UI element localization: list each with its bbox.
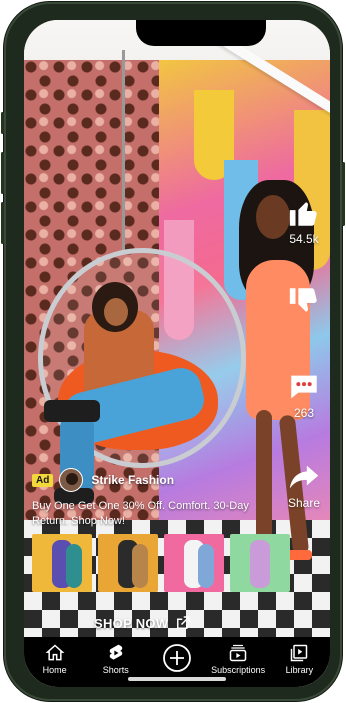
share-button[interactable]: Share bbox=[282, 460, 326, 510]
nav-home[interactable]: Home bbox=[26, 643, 84, 675]
ad-badge: Ad bbox=[32, 473, 54, 487]
home-indicator bbox=[128, 677, 226, 681]
volume-down-button bbox=[1, 202, 4, 244]
nav-shorts-label: Shorts bbox=[102, 665, 129, 675]
nav-subscriptions[interactable]: Subscriptions bbox=[209, 643, 267, 675]
external-link-icon bbox=[177, 616, 191, 629]
product-thumbnail[interactable] bbox=[32, 534, 92, 592]
shorts-icon bbox=[109, 644, 123, 660]
like-count: 54.5k bbox=[289, 232, 319, 246]
product-thumbnail[interactable] bbox=[164, 534, 224, 592]
like-button[interactable]: 54.5k bbox=[282, 196, 326, 246]
create-icon bbox=[163, 644, 191, 672]
thumbs-down-icon bbox=[289, 288, 317, 312]
thumbs-up-icon bbox=[289, 202, 317, 226]
boot bbox=[44, 400, 100, 422]
phone-screen: 54.5k 263 Share Ad Strike Fashion Buy On… bbox=[24, 20, 330, 687]
phone-frame: 54.5k 263 Share Ad Strike Fashion Buy On… bbox=[1, 2, 345, 701]
person-seated-face bbox=[104, 298, 128, 326]
nav-library[interactable]: Library bbox=[270, 643, 328, 675]
share-arrow-icon bbox=[289, 465, 319, 489]
nav-shorts[interactable]: Shorts bbox=[87, 643, 145, 675]
comment-icon bbox=[291, 375, 317, 399]
product-thumbnail[interactable] bbox=[230, 534, 290, 592]
nav-library-label: Library bbox=[285, 665, 314, 675]
nav-home-label: Home bbox=[42, 665, 67, 675]
comment-count: 263 bbox=[293, 406, 315, 420]
mute-switch bbox=[1, 112, 4, 134]
camera-notch bbox=[136, 20, 266, 46]
channel-name[interactable]: Strike Fashion bbox=[91, 473, 174, 487]
power-button bbox=[342, 162, 345, 226]
channel-avatar[interactable] bbox=[59, 468, 84, 492]
person-standing-leg bbox=[256, 410, 272, 550]
home-icon bbox=[45, 644, 65, 661]
dislike-button[interactable] bbox=[282, 284, 326, 320]
ad-description: Buy One Get One 30% Off. Comfort. 30-Day… bbox=[32, 500, 249, 527]
share-label: Share bbox=[287, 496, 321, 510]
library-icon bbox=[291, 644, 308, 662]
subscriptions-icon bbox=[229, 644, 247, 662]
comments-button[interactable]: 263 bbox=[282, 370, 326, 420]
shop-now-label: SHOP NOW bbox=[94, 615, 169, 631]
chair-chain bbox=[122, 50, 125, 250]
product-thumbnail[interactable] bbox=[98, 534, 158, 592]
volume-up-button bbox=[1, 152, 4, 194]
nav-create[interactable] bbox=[148, 643, 206, 675]
ad-channel-row: Ad Strike Fashion bbox=[32, 468, 174, 492]
shop-now-button[interactable]: SHOP NOW bbox=[94, 614, 192, 632]
product-thumbnails bbox=[32, 534, 290, 592]
nav-subscriptions-label: Subscriptions bbox=[211, 665, 266, 675]
